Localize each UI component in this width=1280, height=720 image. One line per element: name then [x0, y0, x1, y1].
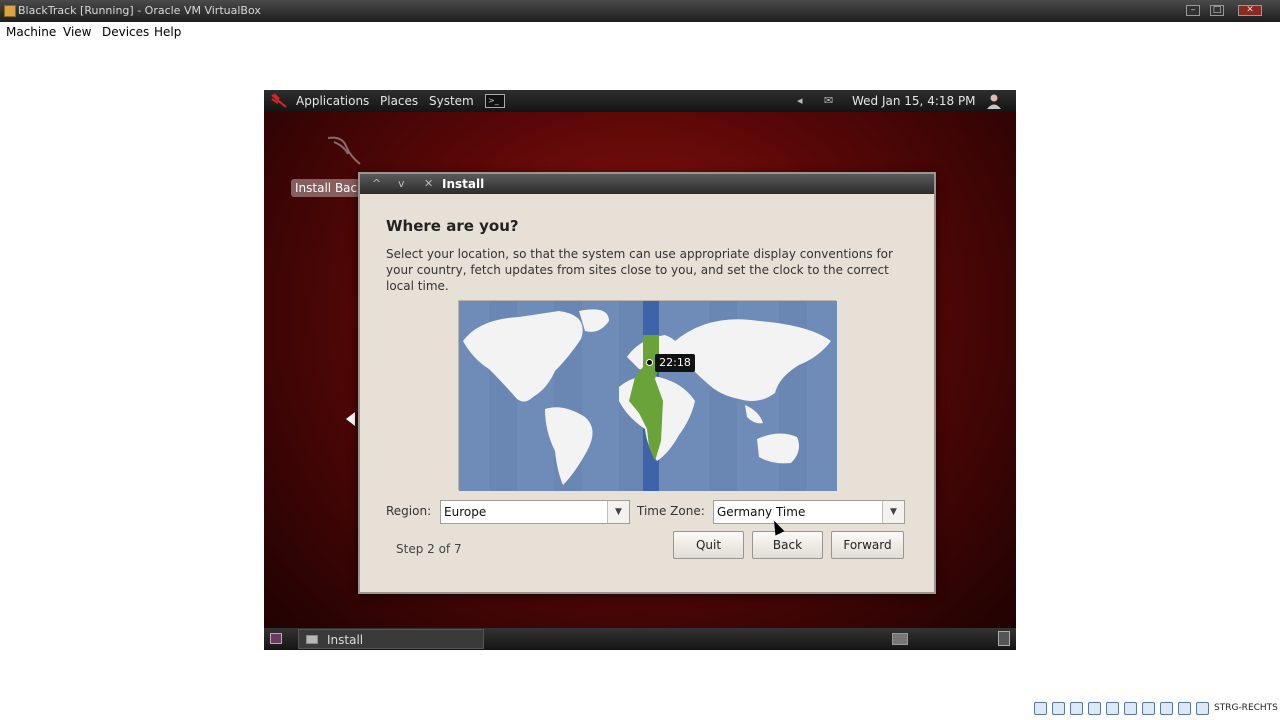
menu-system[interactable]: System: [429, 90, 474, 112]
dialog-titlebar[interactable]: ^ v ✕ Install: [360, 174, 934, 194]
network-icon[interactable]: [1088, 702, 1101, 715]
host-menubar: Machine View Devices Help: [0, 22, 1280, 42]
host-status-bar: STRG-RECHTS: [1030, 700, 1280, 718]
step-indicator: Step 2 of 7: [396, 542, 462, 556]
region-label: Region:: [386, 504, 432, 518]
virtualbox-icon: [4, 5, 16, 17]
timezone-label: Time Zone:: [637, 504, 705, 518]
taskbar-item-install[interactable]: Install: [298, 629, 484, 649]
volume-icon[interactable]: ◂: [797, 90, 803, 112]
chevron-down-icon[interactable]: ▼: [882, 501, 904, 523]
close-button[interactable]: ✕: [1238, 5, 1262, 16]
timezone-value: Germany Time: [717, 505, 806, 519]
menu-help[interactable]: Help: [154, 22, 181, 42]
backtrack-logo-icon[interactable]: [324, 134, 364, 168]
guest-bottom-panel: Install: [264, 628, 1016, 650]
dialog-minimize-icon[interactable]: v: [398, 174, 405, 194]
shared-folder-icon[interactable]: [1106, 702, 1119, 715]
install-dialog: ^ v ✕ Install Where are you? Select your…: [358, 172, 936, 594]
optical-drive-icon[interactable]: [1052, 702, 1065, 715]
backtrack-dragon-icon[interactable]: [270, 93, 288, 109]
terminal-icon[interactable]: >_: [485, 94, 505, 108]
mail-icon[interactable]: ✉: [824, 90, 833, 112]
usb-icon[interactable]: [1070, 702, 1083, 715]
page-description: Select your location, so that the system…: [386, 247, 893, 293]
menu-places[interactable]: Places: [380, 90, 418, 112]
quit-button[interactable]: Quit: [673, 531, 744, 559]
show-desktop-icon[interactable]: [270, 633, 282, 644]
menu-applications[interactable]: Applications: [296, 90, 369, 112]
taskbar-item-label: Install: [327, 633, 364, 647]
clock[interactable]: Wed Jan 15, 4:18 PM: [852, 90, 976, 112]
host-window-title: BlackTrack [Running] - Oracle VM Virtual…: [18, 4, 261, 17]
host-titlebar: BlackTrack [Running] - Oracle VM Virtual…: [0, 0, 1280, 22]
hard-disk-icon[interactable]: [1034, 702, 1047, 715]
forward-button[interactable]: Forward: [831, 531, 904, 559]
arrow-left-icon: [346, 412, 355, 426]
timezone-map[interactable]: 22:18: [458, 300, 837, 491]
location-marker: [646, 359, 653, 366]
chevron-down-icon[interactable]: ▼: [607, 501, 629, 523]
region-select[interactable]: Europe ▼: [440, 500, 630, 524]
timezone-select[interactable]: Germany Time ▼: [713, 500, 905, 524]
region-value: Europe: [444, 505, 487, 519]
maximize-button[interactable]: □: [1210, 5, 1224, 16]
minimize-button[interactable]: –: [1186, 5, 1200, 16]
menu-view[interactable]: View: [63, 22, 91, 42]
guest-top-panel: Applications Places System >_ ◂ ✉ Wed Ja…: [264, 90, 1016, 112]
back-button[interactable]: Back: [752, 531, 823, 559]
dialog-title: Install: [442, 177, 485, 191]
menu-machine[interactable]: Machine: [6, 22, 56, 42]
page-title: Where are you?: [386, 217, 519, 235]
desktop-install-icon-label[interactable]: Install BackTrack: [291, 179, 361, 197]
workspace-switcher[interactable]: [892, 633, 908, 645]
installer-icon: [306, 635, 318, 644]
dialog-close-icon[interactable]: ✕: [424, 174, 433, 194]
mouse-integration-icon[interactable]: [1178, 702, 1191, 715]
trash-icon[interactable]: [998, 631, 1010, 646]
map-time-tooltip: 22:18: [655, 354, 695, 372]
guest-display[interactable]: Applications Places System >_ ◂ ✉ Wed Ja…: [264, 90, 1016, 650]
cpu-icon[interactable]: [1160, 702, 1173, 715]
video-capture-icon[interactable]: [1142, 702, 1155, 715]
user-icon[interactable]: [986, 93, 1002, 109]
dialog-shade-icon[interactable]: ^: [372, 174, 381, 194]
host-key-icon[interactable]: [1196, 702, 1209, 715]
host-key-label: STRG-RECHTS: [1214, 703, 1278, 713]
display-icon[interactable]: [1124, 702, 1137, 715]
menu-devices[interactable]: Devices: [102, 22, 149, 42]
